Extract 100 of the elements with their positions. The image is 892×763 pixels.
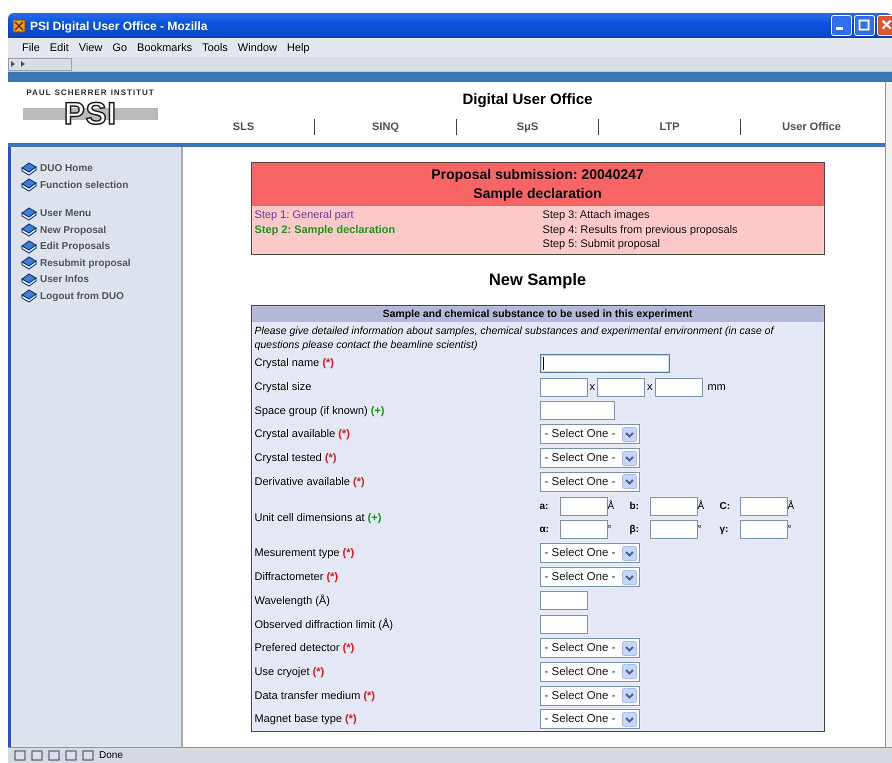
proposal-header: Proposal submission: 20040247 Sample declaration [252, 163, 824, 206]
nav-link[interactable]: SLS [173, 119, 314, 135]
text-field[interactable] [650, 496, 698, 516]
text-field[interactable] [540, 378, 588, 397]
menu-item[interactable]: Tools [202, 42, 228, 54]
field-label: Data transfer medium (*) [254, 690, 376, 702]
times-sign: x [647, 381, 652, 394]
nav-link[interactable]: User Office [740, 119, 882, 135]
unit-label: ° [698, 524, 702, 535]
form-note: Please give detailed information about samples, chemical substances and experimental environment (in case of questions please contact the beamline scientist) [254, 324, 776, 352]
step-link[interactable]: Step 5: Submit proposal [542, 237, 820, 252]
menu-item[interactable]: Window [238, 42, 277, 54]
minimize-icon [836, 26, 843, 30]
text-field[interactable] [654, 378, 702, 397]
axis-label: b: [630, 500, 640, 512]
axis-label: α: [540, 524, 550, 535]
page-heading: New Sample [488, 270, 586, 290]
book-icon [21, 256, 37, 270]
text-field[interactable] [597, 378, 645, 397]
book-icon [21, 272, 37, 287]
field-label: Mesurement type (*) [254, 547, 356, 560]
field-label: Crystal available (*) [254, 428, 351, 440]
field-label: Prefered detector (*) [254, 642, 356, 654]
minimize-button[interactable] [831, 15, 852, 36]
times-sign: x [590, 381, 595, 394]
select-dropdown[interactable]: - Select One - [540, 424, 640, 444]
book-icon [21, 289, 37, 304]
status-icon[interactable] [48, 750, 60, 761]
step-link[interactable]: Step 1: General part [254, 208, 542, 222]
close-button[interactable] [877, 15, 892, 36]
institute-name: PAUL SCHERRER INSTITUT [26, 88, 155, 97]
app-icon [12, 18, 26, 32]
field-label: Space group (if known) (+) [254, 404, 386, 417]
text-field[interactable] [740, 496, 788, 516]
text-field[interactable] [650, 520, 698, 539]
select-dropdown[interactable]: - Select One - [540, 686, 640, 706]
text-field[interactable] [540, 591, 588, 610]
unit-label: Å [698, 500, 706, 512]
unit-label: Å [788, 500, 796, 512]
sidebar-link[interactable]: User Infos [40, 274, 89, 286]
select-dropdown[interactable]: - Select One - [540, 472, 640, 492]
field-label: Diffractometer (*) [254, 571, 340, 584]
field-label: Derivative available (*) [254, 476, 366, 488]
select-dropdown[interactable]: - Select One - [540, 709, 640, 730]
field-label: Crystal name (*) [254, 357, 335, 370]
nav-link[interactable]: LTP [598, 119, 740, 135]
menu-item[interactable]: View [78, 42, 102, 54]
status-icon[interactable] [14, 750, 26, 761]
sidebar-link[interactable]: Edit Proposals [40, 241, 110, 252]
text-field[interactable] [740, 520, 788, 539]
menu-item[interactable]: Help [286, 42, 310, 54]
field-label: Use cryojet (*) [254, 666, 326, 678]
text-field[interactable] [540, 615, 588, 634]
status-icon[interactable] [82, 750, 94, 761]
field-label: Wavelength (Å) [254, 594, 331, 607]
menu-item[interactable]: Go [112, 42, 128, 54]
status-icon[interactable] [31, 750, 43, 761]
status-text: Done [99, 750, 123, 761]
select-dropdown[interactable]: - Select One - [540, 448, 640, 468]
sidebar-link[interactable]: Resubmit proposal [40, 258, 131, 269]
sidebar-link[interactable]: New Proposal [40, 224, 106, 236]
sidebar-link[interactable]: Logout from DUO [40, 290, 124, 302]
text-field[interactable] [540, 354, 670, 373]
menu-item[interactable]: File [22, 42, 40, 54]
nav-link[interactable]: SμS [456, 119, 598, 135]
field-label: Unit cell dimensions at (+) [254, 512, 382, 524]
sidebar-link[interactable]: User Menu [40, 208, 92, 220]
unit-label: mm [708, 381, 726, 394]
unit-label: Å [608, 500, 616, 512]
book-icon [21, 206, 37, 221]
form-title: Sample and chemical substance to be used in this experiment [252, 306, 824, 322]
axis-label: γ: [720, 524, 730, 535]
unit-label: ° [608, 524, 612, 535]
field-label: Magnet base type (*) [254, 713, 358, 726]
axis-label: a: [540, 500, 550, 512]
unit-label: ° [788, 524, 792, 535]
toolbar-toggle[interactable] [8, 58, 72, 70]
maximize-button[interactable] [854, 15, 875, 36]
field-label: Crystal size [254, 381, 312, 394]
text-field[interactable] [560, 496, 608, 516]
select-dropdown[interactable]: - Select One - [540, 638, 640, 658]
book-icon [21, 162, 37, 176]
text-field[interactable] [560, 520, 608, 539]
field-label: Observed diffraction limit (Å) [254, 618, 394, 631]
select-dropdown[interactable]: - Select One - [540, 662, 640, 682]
axis-label: β: [630, 524, 640, 535]
nav-link[interactable]: SINQ [314, 119, 456, 135]
field-label: Crystal tested (*) [254, 452, 338, 464]
step-link[interactable]: Step 3: Attach images [542, 208, 820, 222]
step-link[interactable]: Step 4: Results from previous proposals [542, 222, 820, 237]
status-icon[interactable] [65, 750, 77, 761]
scrollbar[interactable] [885, 82, 892, 747]
menu-item[interactable]: Bookmarks [137, 42, 192, 54]
text-field[interactable] [540, 401, 614, 420]
menu-item[interactable]: Edit [50, 42, 69, 54]
select-dropdown[interactable]: - Select One - [540, 567, 640, 588]
sidebar-link[interactable]: Function selection [40, 180, 128, 191]
axis-label: C: [720, 500, 732, 512]
sidebar-link[interactable]: DUO Home [40, 163, 93, 174]
select-dropdown[interactable]: - Select One - [540, 543, 640, 564]
